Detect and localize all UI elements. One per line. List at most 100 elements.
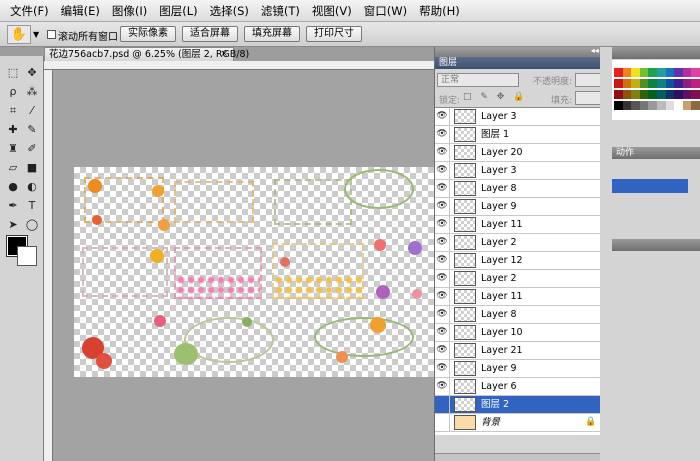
menu-image[interactable]: 图像(I) — [106, 3, 153, 19]
layer-row[interactable]: 👁 Layer 20 — [435, 144, 603, 162]
eye-icon[interactable] — [435, 396, 450, 413]
crop-tool-icon[interactable]: ⌗ — [4, 102, 22, 120]
flower — [376, 285, 390, 299]
layer-row[interactable]: 👁 Layer 11 — [435, 288, 603, 306]
horizontal-ruler — [44, 61, 434, 70]
swatches-panel-header[interactable] — [612, 47, 700, 59]
eye-icon[interactable]: 👁 — [435, 252, 450, 269]
eye-icon[interactable]: 👁 — [435, 360, 450, 377]
layer-name: Layer 8 — [481, 309, 517, 320]
scroll-all-windows-checkbox[interactable] — [47, 30, 56, 39]
layer-thumbnail — [454, 415, 476, 430]
layer-row[interactable]: 👁 Layer 3 — [435, 108, 603, 126]
document-tab[interactable]: 花边756acb7.psd @ 6.25% (图层 2, RGB/8) × — [44, 47, 249, 61]
flower — [374, 239, 386, 251]
layer-row[interactable]: 👁 Layer 12 — [435, 252, 603, 270]
lock-options-icon[interactable]: □ ✎ ✥ 🔒 — [463, 92, 527, 102]
layer-thumbnail — [454, 361, 476, 376]
actions-panel-header[interactable]: 动作 — [612, 147, 700, 159]
layer-row[interactable]: 👁 Layer 9 — [435, 360, 603, 378]
color-swatch[interactable] — [691, 68, 700, 77]
layer-row[interactable]: 👁 Layer 10 — [435, 324, 603, 342]
dodge-tool-icon[interactable]: ◐ — [23, 178, 41, 196]
layer-row[interactable]: 👁 Layer 8 — [435, 306, 603, 324]
flower — [150, 249, 164, 263]
close-icon[interactable]: × — [220, 48, 228, 61]
shape-tool-icon[interactable]: ◯ — [23, 216, 41, 234]
background-color-swatch[interactable] — [17, 246, 37, 266]
color-swatch[interactable] — [691, 79, 700, 88]
layer-row[interactable]: 👁 Layer 8 — [435, 180, 603, 198]
eye-icon[interactable] — [435, 414, 450, 431]
layer-row[interactable]: 👁 Layer 2 — [435, 234, 603, 252]
document-image[interactable] — [74, 167, 434, 377]
layer-thumbnail — [454, 199, 476, 214]
eyedropper-icon[interactable]: ⁄ — [23, 102, 41, 120]
magic-wand-icon[interactable]: ⁂ — [23, 83, 41, 101]
brush-tool-icon[interactable]: ✎ — [23, 121, 41, 139]
eye-icon[interactable]: 👁 — [435, 180, 450, 197]
healing-brush-icon[interactable]: ✚ — [4, 121, 22, 139]
blend-mode-select[interactable]: 正常 — [437, 73, 519, 87]
layers-panel-titlebar[interactable]: ◂◂ × — [435, 46, 613, 57]
actual-pixels-button[interactable]: 实际像素 — [120, 26, 176, 42]
menu-edit[interactable]: 编辑(E) — [55, 3, 106, 19]
history-panel-header[interactable] — [612, 239, 700, 251]
eye-icon[interactable]: 👁 — [435, 234, 450, 251]
layer-row[interactable]: 👁 Layer 3 — [435, 162, 603, 180]
print-size-button[interactable]: 打印尺寸 — [306, 26, 362, 42]
color-swatch[interactable] — [691, 101, 700, 110]
blur-tool-icon[interactable]: ● — [4, 178, 22, 196]
eye-icon[interactable]: 👁 — [435, 144, 450, 161]
eye-icon[interactable]: 👁 — [435, 288, 450, 305]
eye-icon[interactable]: 👁 — [435, 126, 450, 143]
pen-tool-icon[interactable]: ✒ — [4, 197, 22, 215]
menu-help[interactable]: 帮助(H) — [413, 3, 466, 19]
menu-file[interactable]: 文件(F) — [4, 3, 55, 19]
menu-select[interactable]: 选择(S) — [204, 3, 255, 19]
layer-row[interactable]: 背景 🔒 — [435, 414, 603, 432]
tab-layers[interactable]: 图层 ≡ — [435, 57, 613, 69]
color-swatch[interactable] — [691, 90, 700, 99]
layer-thumbnail — [454, 163, 476, 178]
eye-icon[interactable]: 👁 — [435, 162, 450, 179]
layer-row[interactable]: 👁 图层 1 — [435, 126, 603, 144]
fit-screen-button[interactable]: 适合屏幕 — [182, 26, 238, 42]
eye-icon[interactable]: 👁 — [435, 108, 450, 125]
history-brush-icon[interactable]: ✐ — [23, 140, 41, 158]
layer-row[interactable]: 👁 Layer 9 — [435, 198, 603, 216]
eye-icon[interactable]: 👁 — [435, 306, 450, 323]
clone-stamp-icon[interactable]: ♜ — [4, 140, 22, 158]
selected-action-row[interactable] — [612, 179, 688, 193]
fill-screen-button[interactable]: 填充屏幕 — [244, 26, 300, 42]
menu-view[interactable]: 视图(V) — [306, 3, 358, 19]
menu-filter[interactable]: 滤镜(T) — [255, 3, 306, 19]
layer-row[interactable]: 👁 Layer 6 — [435, 378, 603, 396]
menu-window[interactable]: 窗口(W) — [358, 3, 413, 19]
marquee-tool-icon[interactable]: ⬚ — [4, 64, 22, 82]
eye-icon[interactable]: 👁 — [435, 324, 450, 341]
move-tool-icon[interactable]: ✥ — [23, 64, 41, 82]
lasso-tool-icon[interactable]: ρ — [4, 83, 22, 101]
layer-name: Layer 20 — [481, 147, 523, 158]
eraser-tool-icon[interactable]: ▱ — [4, 159, 22, 177]
flower — [154, 315, 166, 327]
layer-row[interactable]: 👁 Layer 21 — [435, 342, 603, 360]
eye-icon[interactable]: 👁 — [435, 198, 450, 215]
menu-layer[interactable]: 图层(L) — [153, 3, 203, 19]
eye-icon[interactable]: 👁 — [435, 216, 450, 233]
eye-icon[interactable]: 👁 — [435, 378, 450, 395]
flower — [174, 343, 198, 365]
gradient-tool-icon[interactable]: ■ — [23, 159, 41, 177]
layer-row[interactable]: 👁 Layer 11 — [435, 216, 603, 234]
type-tool-icon[interactable]: T — [23, 197, 41, 215]
layer-row[interactable]: 图层 2 — [435, 396, 603, 414]
hand-icon[interactable]: ✋ — [7, 25, 31, 44]
chevron-down-icon[interactable]: ▼ — [33, 30, 39, 39]
path-selection-icon[interactable]: ➤ — [4, 216, 22, 234]
flower — [336, 351, 348, 363]
eye-icon[interactable]: 👁 — [435, 270, 450, 287]
eye-icon[interactable]: 👁 — [435, 342, 450, 359]
layer-row[interactable]: 👁 Layer 2 — [435, 270, 603, 288]
document-title: 花边756acb7.psd @ 6.25% (图层 2, RGB/8) — [49, 49, 250, 60]
